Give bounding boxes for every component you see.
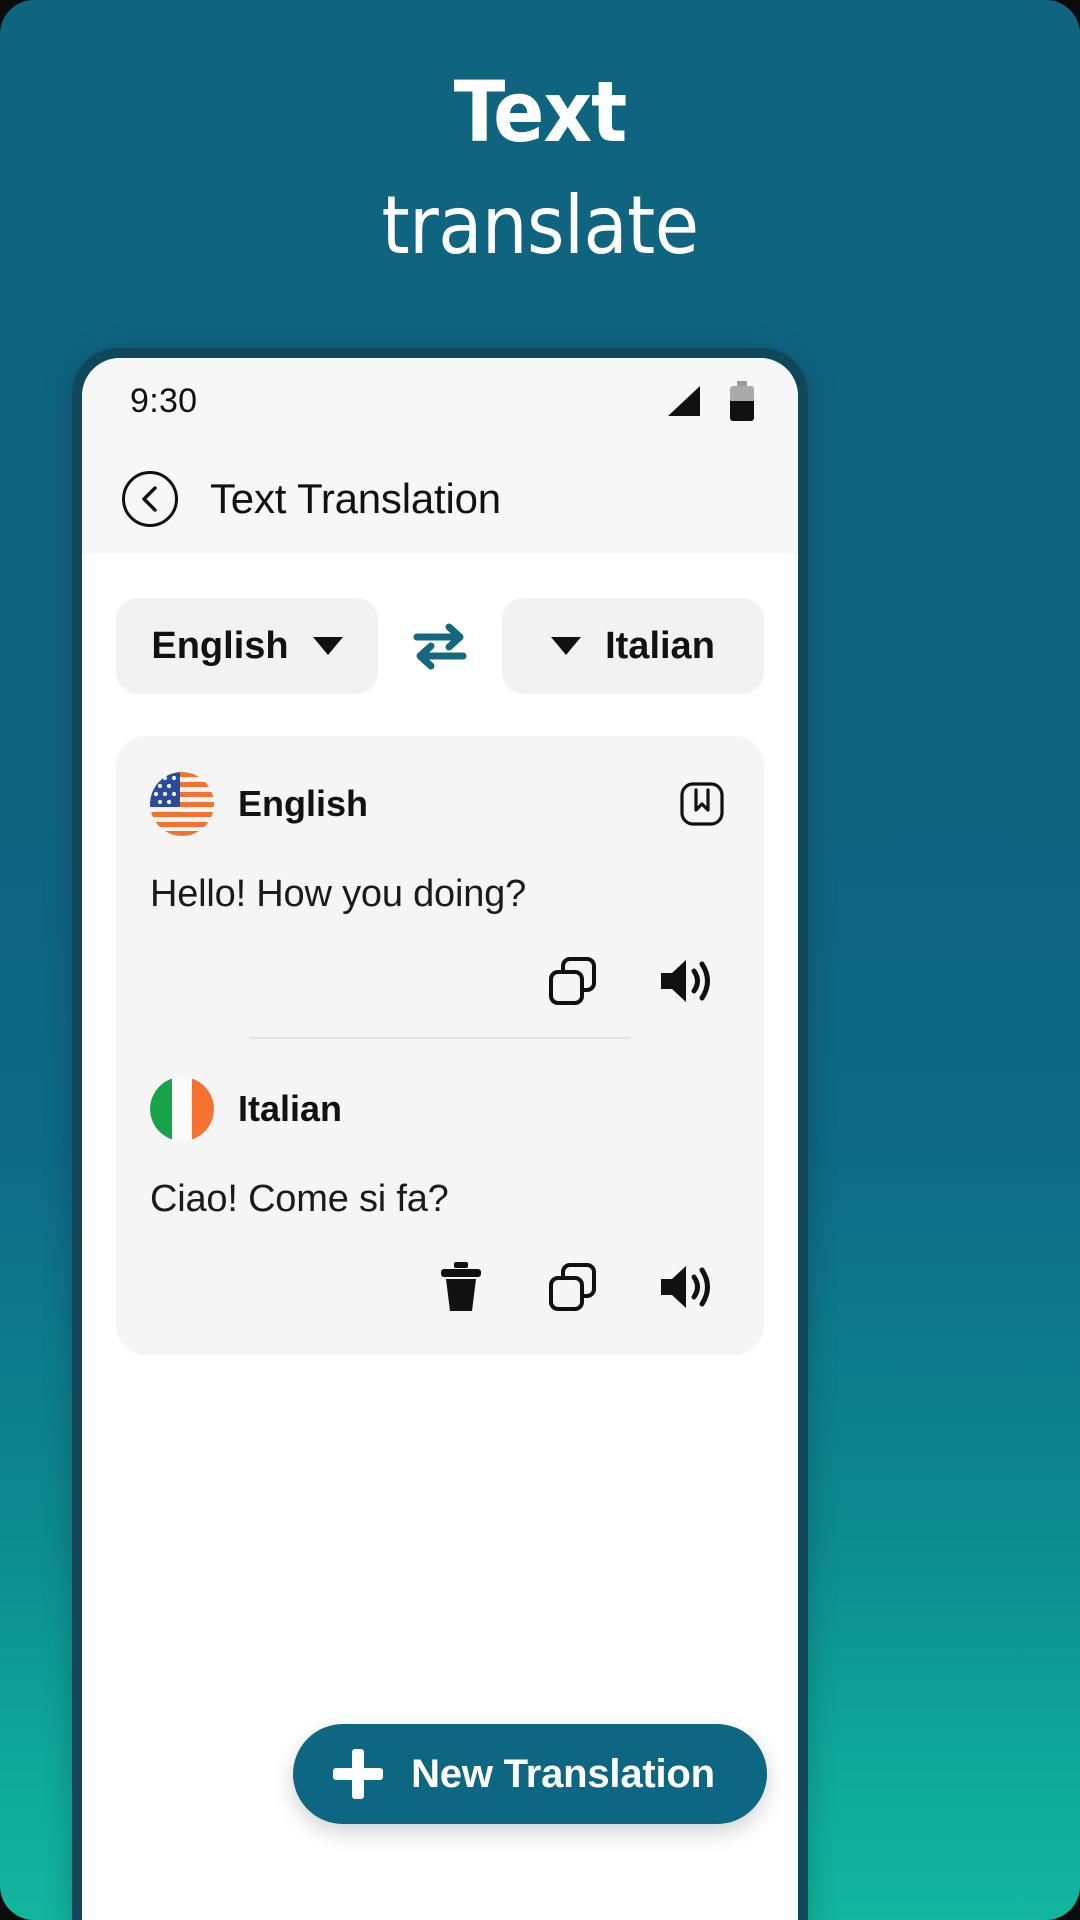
page-title: Text Translation	[210, 475, 501, 522]
headline-line-1: Text	[453, 63, 628, 161]
target-language-label: Italian	[605, 624, 715, 667]
copy-icon	[549, 957, 596, 1006]
source-language-selector[interactable]: English	[116, 598, 378, 694]
speak-source-button[interactable]	[654, 950, 716, 1012]
battery-half-icon	[730, 381, 754, 421]
copy-target-button[interactable]	[542, 1256, 604, 1318]
copy-icon	[549, 1262, 596, 1311]
phone-mockup: 9:30 Text Translation English Italian En…	[72, 348, 808, 1920]
target-text: Ciao! Come si fa?	[150, 1178, 449, 1221]
speaker-icon	[661, 960, 710, 1003]
headline-line-2: translate	[381, 179, 699, 272]
copy-source-button[interactable]	[542, 950, 604, 1012]
promo-canvas: Text translate 9:30 Text Translation Eng…	[0, 0, 1080, 1920]
source-text: Hello! How you doing?	[150, 873, 527, 915]
chevron-left-icon	[142, 486, 157, 512]
target-actions	[150, 1249, 730, 1325]
target-block: Italian Ciao! Come si fa?	[150, 1077, 730, 1324]
speak-target-button[interactable]	[654, 1256, 716, 1318]
fab-container: New Translation	[82, 1724, 798, 1824]
app-content: English Italian English Hello! How you d…	[82, 598, 798, 1920]
translation-card: English Hello! How you doing? Italian Ci…	[116, 736, 764, 1355]
new-translation-button[interactable]: New Translation	[293, 1724, 767, 1824]
promo-headline: Text translate	[0, 70, 1080, 266]
delete-translation-button[interactable]	[430, 1256, 492, 1318]
source-language-label: English	[151, 624, 289, 667]
status-time: 9:30	[130, 381, 198, 420]
status-icon-group	[662, 381, 754, 421]
chevron-down-icon	[551, 637, 582, 655]
target-language-selector[interactable]: Italian	[502, 598, 764, 694]
target-block-header: Italian	[150, 1077, 730, 1142]
new-translation-label: New Translation	[411, 1751, 715, 1796]
back-button[interactable]	[122, 471, 178, 527]
chevron-down-icon	[312, 637, 343, 655]
target-block-language: Italian	[238, 1088, 343, 1130]
source-actions	[150, 943, 730, 1019]
source-block-language: English	[238, 783, 369, 824]
swap-horizontal-icon	[413, 623, 467, 670]
flag-ireland-icon	[150, 1077, 214, 1142]
source-block-header: English	[150, 772, 730, 836]
phone-screen: 9:30 Text Translation English Italian En…	[82, 358, 798, 1920]
app-bar: Text Translation	[82, 444, 798, 554]
plus-icon	[333, 1749, 384, 1799]
flag-united-states-icon	[150, 772, 214, 836]
bookmark-icon	[680, 782, 724, 826]
card-divider	[250, 1037, 630, 1040]
trash-icon	[441, 1261, 481, 1311]
swap-languages-button[interactable]	[378, 620, 502, 672]
source-block: English Hello! How you doing?	[150, 772, 730, 1040]
language-selector-row: English Italian	[116, 598, 764, 694]
status-bar: 9:30	[82, 358, 798, 444]
signal-bars-icon	[668, 386, 700, 416]
bookmark-button[interactable]	[674, 776, 730, 832]
speaker-icon	[661, 1265, 710, 1308]
